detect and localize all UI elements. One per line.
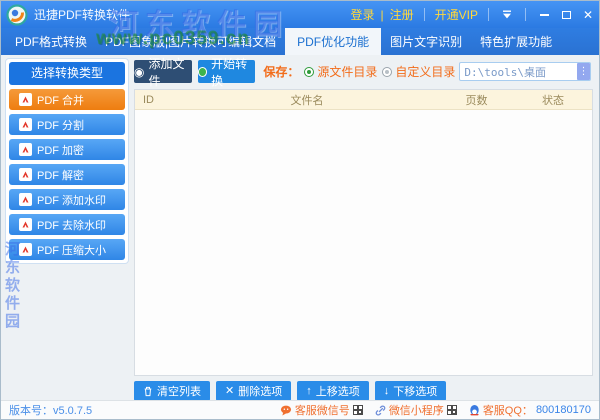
- titlebar-separator: [525, 8, 526, 21]
- save-label: 保存：: [263, 63, 299, 80]
- titlebar-separator: [488, 8, 489, 21]
- sidebar-header: 选择转换类型: [9, 62, 125, 85]
- sidebar-item-label: PDF 压缩大小: [37, 242, 106, 258]
- pdf-file-icon: [19, 193, 32, 206]
- login-register-divider: |: [378, 8, 387, 22]
- move-down-button[interactable]: ↓ 下移选项: [375, 381, 447, 401]
- link-icon: [375, 405, 386, 416]
- miniprogram-contact: 微信小程序: [375, 402, 457, 418]
- maximize-button[interactable]: [555, 1, 577, 28]
- titlebar-separator: [424, 8, 425, 21]
- pdf-file-icon: [19, 143, 32, 156]
- toolbar: ◉ 添加文件 开始转换 保存： 源文件目录 自定义目录 ⋮: [134, 60, 591, 83]
- pdf-file-icon: [19, 93, 32, 106]
- tab-pdf-image-to-editable[interactable]: PDF图象版|图片转换可编辑文档: [96, 28, 285, 55]
- file-list-table: ID 文件名 页数 状态: [134, 89, 593, 376]
- add-file-label: 添加文件: [148, 55, 191, 89]
- radio-source-directory[interactable]: 源文件目录: [304, 63, 377, 80]
- move-up-label: 上移选项: [316, 383, 360, 399]
- qq-number: 800180170: [536, 404, 591, 416]
- arrow-up-icon: ↑: [306, 386, 312, 397]
- tab-special-extensions[interactable]: 特色扩展功能: [471, 28, 561, 55]
- radio-source-label: 源文件目录: [317, 63, 377, 80]
- trash-icon: [143, 386, 153, 397]
- qq-penguin-icon: [469, 404, 480, 416]
- arrow-down-icon: ↓: [384, 386, 390, 397]
- sidebar-item-pdf-add-watermark[interactable]: PDF 添加水印: [9, 189, 125, 210]
- sidebar-item-label: PDF 解密: [37, 167, 84, 183]
- tab-image-ocr[interactable]: 图片文字识别: [381, 28, 471, 55]
- sidebar-item-label: PDF 添加水印: [37, 192, 106, 208]
- column-header-pages: 页数: [439, 92, 514, 108]
- miniprogram-qr-icon: [447, 405, 457, 415]
- sidebar-item-pdf-split[interactable]: PDF 分割: [9, 114, 125, 135]
- tab-pdf-optimize[interactable]: PDF优化功能: [285, 28, 381, 55]
- delete-selected-button[interactable]: ✕ 删除选项: [216, 381, 291, 401]
- delete-selected-label: 删除选项: [238, 383, 282, 399]
- clear-list-button[interactable]: 清空列表: [134, 381, 210, 401]
- radio-custom-label: 自定义目录: [395, 63, 455, 80]
- register-link[interactable]: 注册: [387, 6, 417, 23]
- sidebar-item-label: PDF 分割: [37, 117, 84, 133]
- app-window: 迅捷PDF转换软件 登录 | 注册 开通VIP ✕ PDF格式转换 PDF图象版…: [0, 0, 600, 420]
- sidebar-item-pdf-merge[interactable]: PDF 合并: [9, 89, 125, 110]
- start-convert-icon: [198, 67, 207, 77]
- sidebar-item-pdf-decrypt[interactable]: PDF 解密: [9, 164, 125, 185]
- tab-pdf-format-convert[interactable]: PDF格式转换: [6, 28, 96, 55]
- radio-unselected-icon: [382, 67, 392, 77]
- column-header-status: 状态: [514, 92, 592, 108]
- pdf-file-icon: [19, 218, 32, 231]
- move-down-label: 下移选项: [393, 383, 437, 399]
- clear-list-label: 清空列表: [157, 383, 201, 399]
- column-header-filename: 文件名: [175, 92, 439, 108]
- radio-custom-directory[interactable]: 自定义目录: [382, 63, 455, 80]
- pdf-file-icon: [19, 118, 32, 131]
- wechat-bubble-icon: [280, 405, 292, 416]
- qq-contact: 客服QQ： 800180170: [469, 402, 591, 418]
- add-file-button[interactable]: ◉ 添加文件: [134, 60, 192, 83]
- vip-link[interactable]: 开通VIP: [432, 6, 481, 23]
- sidebar-item-pdf-compress[interactable]: PDF 压缩大小: [9, 239, 125, 260]
- version-text: 版本号：v5.0.7.5: [9, 402, 92, 418]
- wechat-label: 客服微信号: [295, 402, 350, 418]
- table-body-empty[interactable]: [135, 110, 592, 376]
- table-header-row: ID 文件名 页数 状态: [135, 90, 592, 110]
- app-logo-icon: [6, 4, 28, 26]
- sidebar-item-pdf-remove-watermark[interactable]: PDF 去除水印: [9, 214, 125, 235]
- sidebar-item-pdf-encrypt[interactable]: PDF 加密: [9, 139, 125, 160]
- start-convert-button[interactable]: 开始转换: [198, 60, 256, 83]
- move-up-button[interactable]: ↑ 上移选项: [297, 381, 369, 401]
- pdf-file-icon: [19, 243, 32, 256]
- status-bar: 版本号：v5.0.7.5 客服微信号 微信小程序: [1, 400, 599, 419]
- title-bar: 迅捷PDF转换软件 登录 | 注册 开通VIP ✕: [1, 1, 599, 28]
- radio-selected-icon: [304, 67, 314, 77]
- skin-menu-icon[interactable]: [496, 1, 518, 28]
- pdf-file-icon: [19, 168, 32, 181]
- wechat-qr-icon: [353, 405, 363, 415]
- browse-folder-button[interactable]: ⋮: [577, 63, 590, 80]
- delete-icon: ✕: [225, 386, 234, 397]
- convert-type-sidebar: 选择转换类型 PDF 合并 PDF 分割 PDF 加密 PDF 解密 PDF 添…: [5, 58, 129, 264]
- list-action-bar: 清空列表 ✕ 删除选项 ↑ 上移选项 ↓ 下移选项: [134, 381, 446, 401]
- login-link[interactable]: 登录: [348, 6, 378, 23]
- column-header-id: ID: [135, 94, 175, 106]
- sidebar-item-label: PDF 合并: [37, 92, 84, 108]
- app-title: 迅捷PDF转换软件: [34, 6, 130, 23]
- output-path-field-wrap: ⋮: [459, 62, 591, 81]
- minimize-button[interactable]: [533, 1, 555, 28]
- close-button[interactable]: ✕: [577, 1, 599, 28]
- main-tab-bar: PDF格式转换 PDF图象版|图片转换可编辑文档 PDF优化功能 图片文字识别 …: [1, 28, 599, 55]
- add-file-icon: ◉: [134, 66, 144, 78]
- sidebar-item-label: PDF 加密: [37, 142, 84, 158]
- output-path-input[interactable]: [459, 62, 591, 81]
- sidebar-item-label: PDF 去除水印: [37, 217, 106, 233]
- miniprogram-label: 微信小程序: [389, 402, 444, 418]
- wechat-contact: 客服微信号: [280, 402, 363, 418]
- qq-label: 客服QQ：: [483, 402, 533, 418]
- start-convert-label: 开始转换: [211, 55, 255, 89]
